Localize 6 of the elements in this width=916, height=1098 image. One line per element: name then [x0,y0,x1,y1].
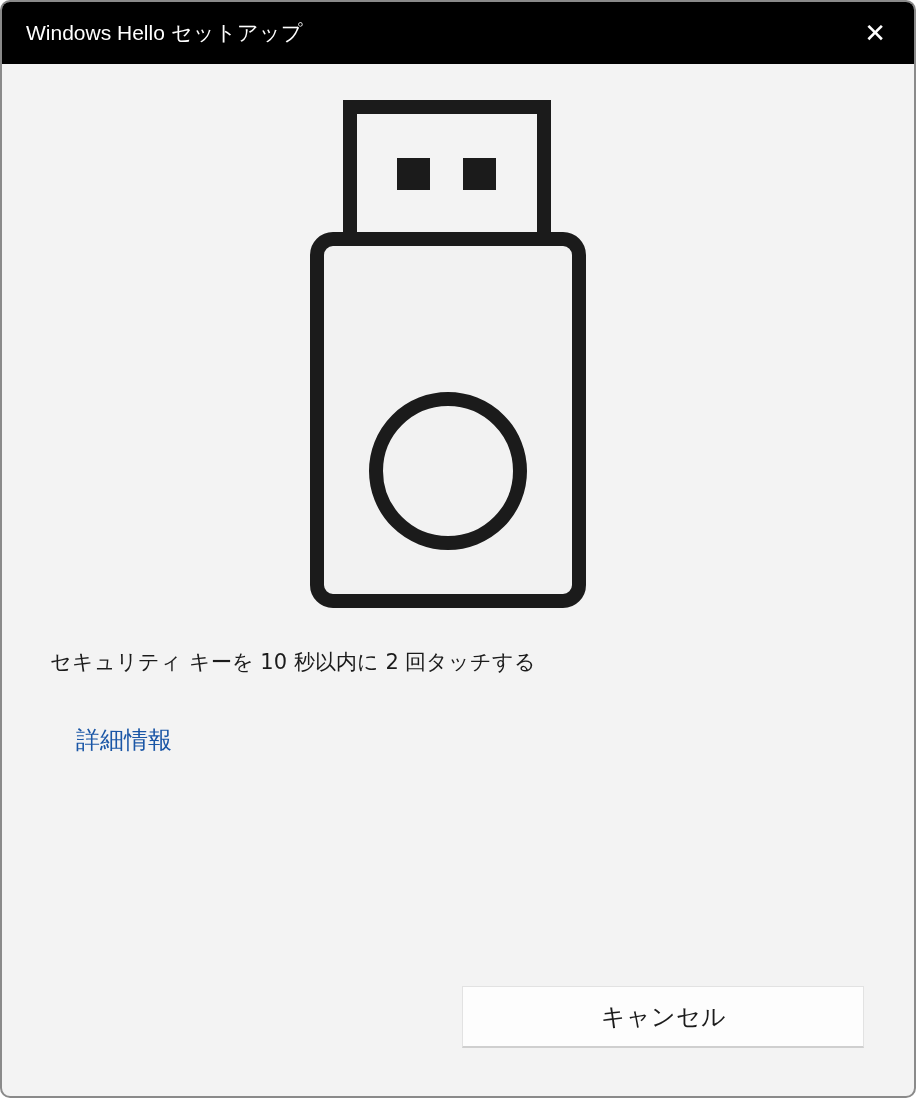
cancel-button[interactable]: キャンセル [462,986,864,1048]
close-button[interactable]: ✕ [856,14,894,52]
security-key-icon [308,98,588,610]
more-info-link[interactable]: 詳細情報 [76,724,172,756]
window-title: Windows Hello セットアップ [26,20,303,46]
instruction-text: セキュリティ キーを 10 秒以内に 2 回タッチする [50,649,538,676]
